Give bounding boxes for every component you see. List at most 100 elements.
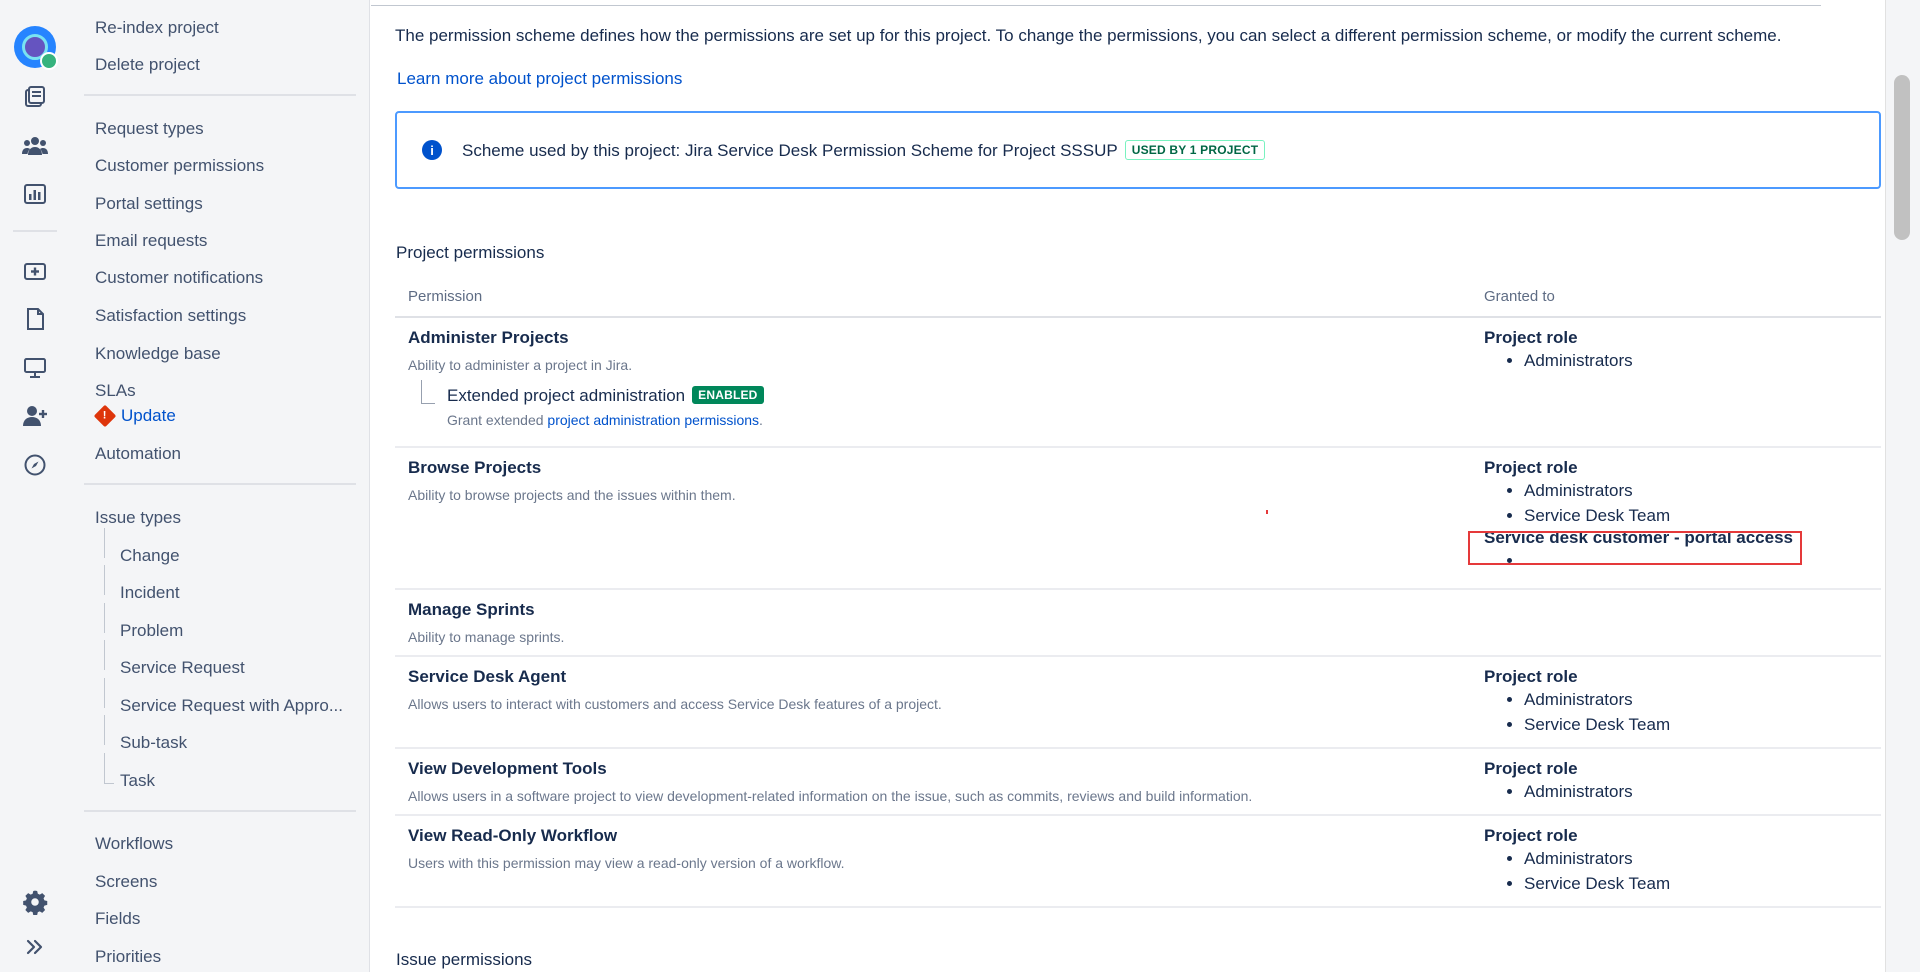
reports-icon[interactable] [20, 179, 50, 209]
granted-role-item: Administrators [1524, 687, 1670, 712]
add-user-icon[interactable] [20, 401, 50, 431]
table-row: View Read-Only Workflow Users with this … [395, 816, 1881, 908]
project-admin-permissions-link[interactable]: project administration permissions [547, 412, 759, 428]
rail-divider [13, 230, 57, 232]
sidebar-item-automation[interactable]: Automation [95, 444, 181, 464]
permission-description: Users with this permission may view a re… [408, 855, 845, 871]
granted-role-item: Administrators [1524, 478, 1793, 503]
sidebar-issue-type-change[interactable]: Change [104, 528, 180, 566]
portal-access-highlight-box [1468, 531, 1802, 565]
sidebar-item-knowledge-base[interactable]: Knowledge base [95, 344, 221, 364]
project-settings-sidebar: Re-index project Delete project Request … [70, 0, 370, 972]
granted-role-item: Administrators [1524, 779, 1633, 804]
granted-role-item: Service Desk Team [1524, 503, 1793, 528]
sidebar-issue-type-service-request[interactable]: Service Request [104, 640, 245, 678]
sidebar-divider [84, 94, 356, 96]
scrollbar-thumb[interactable] [1894, 75, 1910, 240]
permissions-main-content: The permission scheme defines how the pe… [371, 0, 1885, 972]
granted-roles-list: Administrators Service Desk Team [1524, 478, 1793, 528]
sidebar-issue-type-sub-task[interactable]: Sub-task [103, 715, 187, 753]
permission-name: Administer Projects [408, 328, 569, 347]
sidebar-item-delete-project[interactable]: Delete project [95, 55, 200, 75]
permission-scheme-description: The permission scheme defines how the pe… [395, 26, 1782, 45]
permission-description: Ability to administer a project in Jira. [408, 357, 633, 373]
page-scrollbar[interactable] [1885, 0, 1920, 972]
sidebar-item-workflows[interactable]: Workflows [95, 834, 173, 854]
sidebar-item-email-requests[interactable]: Email requests [95, 231, 207, 251]
expand-sidebar-icon[interactable] [20, 932, 50, 962]
granted-to-cell: Project role Administrators [1484, 759, 1633, 804]
add-item-icon[interactable] [20, 256, 50, 286]
scheme-name[interactable]: Scheme used by this project: Jira Servic… [462, 141, 1118, 160]
extended-admin-name: Extended project administration ENABLED [447, 386, 764, 406]
issues-icon[interactable] [20, 82, 50, 112]
sidebar-item-priorities[interactable]: Priorities [95, 947, 161, 967]
granted-roles-list: Administrators [1524, 348, 1633, 373]
granted-role-item: Service Desk Team [1524, 712, 1670, 737]
learn-more-link[interactable]: Learn more about project permissions [397, 69, 682, 89]
column-header-permission: Permission [408, 288, 483, 305]
table-row: Browse Projects Ability to browse projec… [395, 448, 1881, 590]
sidebar-item-slas[interactable]: SLAs [95, 381, 136, 401]
warning-icon: ! [93, 404, 117, 428]
pages-icon[interactable] [20, 304, 50, 334]
sidebar-issue-type-problem[interactable]: Problem [103, 603, 183, 641]
sidebar-item-issue-types[interactable]: Issue types [95, 508, 181, 528]
sidebar-item-fields[interactable]: Fields [95, 909, 140, 929]
used-by-badge: USED BY 1 PROJECT [1124, 139, 1266, 160]
sidebar-issue-type-incident[interactable]: Incident [104, 565, 180, 603]
table-row: Administer Projects Ability to administe… [395, 318, 1881, 448]
permission-description: Allows users to interact with customers … [408, 696, 942, 712]
permission-name: Service Desk Agent [408, 667, 567, 686]
table-row: Manage Sprints Ability to manage sprints… [395, 590, 1881, 657]
granted-roles-list: Administrators Service Desk Team [1524, 687, 1670, 737]
granted-role-label: Project role [1484, 328, 1578, 347]
sidebar-item-customer-permissions[interactable]: Customer permissions [95, 156, 264, 176]
sla-update-link[interactable]: ! Update [93, 404, 176, 428]
granted-role-item: Administrators [1524, 846, 1670, 871]
scheme-used-text: Scheme used by this project: Jira Servic… [462, 139, 1266, 161]
sidebar-item-reindex-project[interactable]: Re-index project [95, 18, 219, 38]
settings-gear-icon[interactable] [20, 887, 50, 917]
permission-name: View Read-Only Workflow [408, 826, 618, 845]
permission-name: Browse Projects [408, 458, 542, 477]
project-avatar-icon[interactable] [14, 26, 58, 70]
permission-name: View Development Tools [408, 759, 607, 778]
permission-name: Manage Sprints [408, 600, 535, 619]
table-header: Permission Granted to [395, 282, 1881, 318]
scheme-info-panel: i Scheme used by this project: Jira Serv… [395, 111, 1881, 189]
sidebar-issue-type-task[interactable]: Task [104, 753, 155, 791]
sidebar-item-satisfaction-settings[interactable]: Satisfaction settings [95, 306, 246, 326]
permission-description: Ability to browse projects and the issue… [408, 487, 736, 503]
granted-to-cell: Project role Administrators Service Desk… [1484, 826, 1670, 896]
table-row: Service Desk Agent Allows users to inter… [395, 657, 1881, 749]
table-row: View Development Tools Allows users in a… [395, 749, 1881, 816]
project-permissions-table: Permission Granted to Administer Project… [395, 282, 1881, 908]
sidebar-item-request-types[interactable]: Request types [95, 119, 204, 139]
global-navigation-rail [0, 0, 70, 972]
queues-people-icon[interactable] [20, 131, 50, 161]
sidebar-item-screens[interactable]: Screens [95, 872, 157, 892]
compass-icon[interactable] [20, 450, 50, 480]
permission-description: Ability to manage sprints. [408, 629, 565, 645]
permission-description: Allows users in a software project to vi… [408, 788, 1253, 804]
monitor-icon[interactable] [20, 353, 50, 383]
sidebar-item-portal-settings[interactable]: Portal settings [95, 194, 203, 214]
sidebar-divider [84, 810, 356, 812]
extended-admin-description: Grant extended project administration pe… [447, 412, 763, 428]
sidebar-item-customer-notifications[interactable]: Customer notifications [95, 268, 263, 288]
granted-role-item: Administrators [1524, 348, 1633, 373]
granted-role-label: Project role [1484, 759, 1578, 778]
granted-role-label: Project role [1484, 667, 1578, 686]
sidebar-divider [84, 483, 356, 485]
sidebar-issue-type-service-request-approvals[interactable]: Service Request with Appro... [103, 678, 343, 716]
granted-to-cell: Project role Administrators Service Desk… [1484, 667, 1670, 737]
info-icon: i [422, 140, 442, 160]
enabled-badge: ENABLED [692, 386, 764, 404]
header-divider [371, 0, 1821, 6]
tree-connector [421, 380, 435, 404]
sla-update-label: Update [121, 406, 176, 425]
column-header-granted-to: Granted to [1484, 288, 1555, 305]
granted-roles-list: Administrators Service Desk Team [1524, 846, 1670, 896]
granted-to-cell: Project role Administrators [1484, 328, 1633, 373]
